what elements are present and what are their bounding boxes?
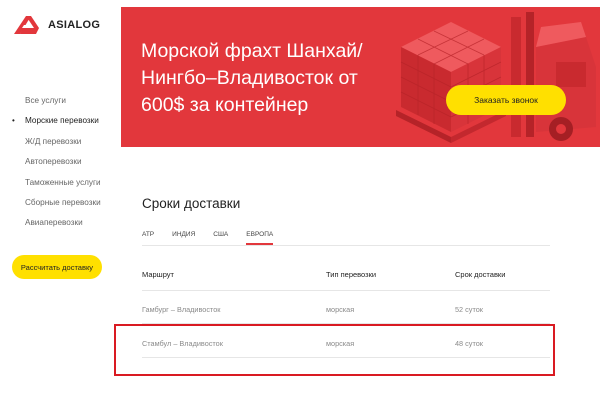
- sidebar-item-sea-freight[interactable]: • Морские перевозки: [12, 114, 101, 134]
- tabs-divider: [142, 245, 550, 246]
- logo-text: ASIALOG: [48, 19, 101, 31]
- sidebar-item-label: Все услуги: [25, 96, 66, 105]
- column-header-route: Маршрут: [142, 270, 174, 279]
- sidebar-item-road-freight[interactable]: Автоперевозки: [12, 155, 101, 175]
- sidebar-item-all-services[interactable]: Все услуги: [12, 94, 101, 114]
- sidebar-item-label: Морские перевозки: [25, 116, 99, 126]
- asialog-logo-icon: [14, 16, 39, 34]
- calculate-delivery-button[interactable]: Рассчитать доставку: [12, 255, 102, 279]
- sidebar-nav: Все услуги • Морские перевозки Ж/Д перево…: [12, 94, 101, 237]
- tab-india[interactable]: ИНДИЯ: [172, 231, 195, 245]
- sidebar-item-groupage[interactable]: Сборные перевозки: [12, 196, 101, 216]
- sidebar-item-label: Ж/Д перевозки: [25, 136, 82, 146]
- active-marker: •: [12, 116, 15, 126]
- row-highlight-box: [114, 324, 555, 376]
- region-tabs: АТР ИНДИЯ США ЕВРОПА: [142, 231, 291, 245]
- table-cell-type: морская: [326, 305, 355, 314]
- forklift-illustration: [396, 12, 596, 143]
- tab-atr[interactable]: АТР: [142, 231, 154, 245]
- table-cell-term: 52 суток: [455, 305, 483, 314]
- sidebar-item-label: Таможенные услуги: [25, 177, 101, 187]
- sidebar-item-label: Сборные перевозки: [25, 197, 101, 207]
- sidebar-item-label: Автоперевозки: [25, 157, 82, 167]
- header-divider: [142, 290, 550, 291]
- promo-banner: Морской фрахт Шанхай/ Нингбо–Владивосток…: [121, 7, 600, 147]
- section-title: Сроки доставки: [142, 196, 241, 211]
- tab-usa[interactable]: США: [213, 231, 228, 245]
- sidebar-item-label: Авиаперевозки: [25, 218, 83, 228]
- column-header-type: Тип перевозки: [326, 270, 377, 279]
- logo[interactable]: ASIALOG: [12, 14, 100, 36]
- banner-title: Морской фрахт Шанхай/ Нингбо–Владивосток…: [141, 40, 363, 116]
- sidebar-item-customs[interactable]: Таможенные услуги: [12, 176, 101, 196]
- sidebar-item-air-freight[interactable]: Авиаперевозки: [12, 216, 101, 236]
- table-cell-route: Гамбург – Владивосток: [142, 305, 221, 314]
- column-header-term: Срок доставки: [455, 270, 506, 279]
- request-call-button[interactable]: Заказать звонок: [446, 85, 566, 115]
- sidebar-item-rail-freight[interactable]: Ж/Д перевозки: [12, 135, 101, 155]
- tab-europe[interactable]: ЕВРОПА: [246, 231, 273, 245]
